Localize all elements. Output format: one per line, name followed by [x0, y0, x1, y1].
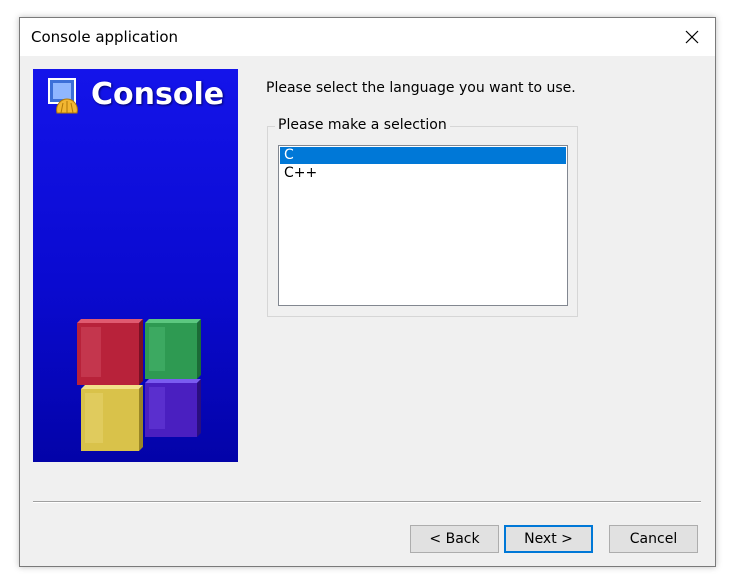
groupbox-label: Please make a selection [275, 117, 450, 133]
list-item-c[interactable]: C [280, 147, 566, 164]
list-item-cpp[interactable]: C++ [280, 165, 566, 182]
language-listbox[interactable]: C C++ [278, 145, 568, 306]
cancel-button[interactable]: Cancel [609, 525, 698, 553]
codeblocks-logo-icon [48, 78, 78, 114]
close-icon [685, 30, 699, 44]
next-button[interactable]: Next > [504, 525, 593, 553]
language-prompt: Please select the language you want to u… [266, 80, 576, 96]
footer-separator [33, 501, 701, 503]
close-button[interactable] [669, 18, 715, 56]
wizard-banner-image: Console [33, 69, 238, 462]
back-button[interactable]: < Back [410, 525, 499, 553]
banner-title: Console [91, 77, 225, 112]
colored-cubes-graphic [77, 319, 201, 451]
wizard-dialog: Console application Console Please selec… [19, 17, 716, 567]
window-title: Console application [31, 28, 179, 46]
title-bar: Console application [20, 18, 715, 56]
